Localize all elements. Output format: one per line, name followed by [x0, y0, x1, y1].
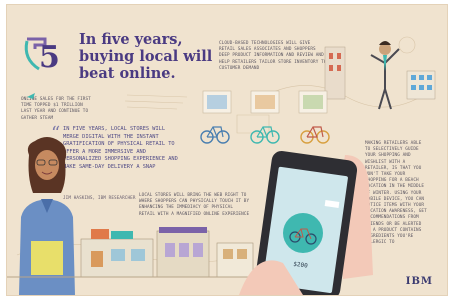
- bicycle-icon: [200, 126, 330, 144]
- infographic-poster: 5 In five years, buying local will beat …: [6, 4, 448, 296]
- illustration-layer: $200: [7, 41, 436, 295]
- bird-icon: [27, 93, 35, 99]
- ibm-logo: IBM: [405, 276, 433, 287]
- smartphone: $200: [239, 150, 373, 295]
- man-presenter: [370, 41, 400, 110]
- product-panels: [202, 90, 328, 114]
- woman-researcher: [19, 137, 75, 295]
- city-building: [324, 46, 436, 100]
